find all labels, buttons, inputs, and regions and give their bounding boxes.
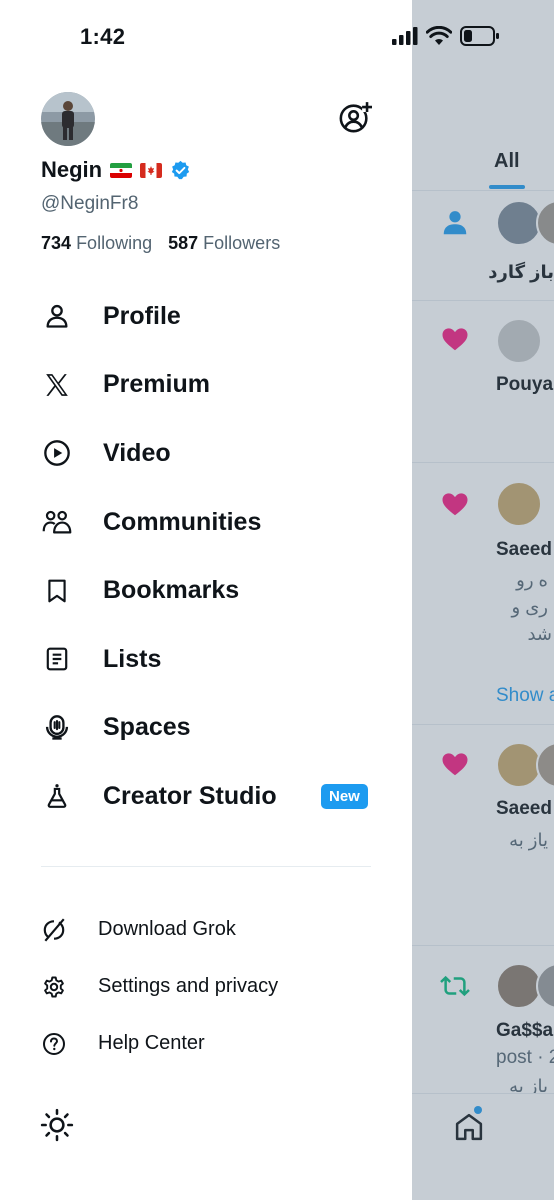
- menu-item-creator-studio[interactable]: Creator Studio New: [0, 762, 412, 831]
- menu-item-download-grok[interactable]: Download Grok: [0, 901, 412, 958]
- followers-count: 587: [168, 233, 199, 253]
- menu-item-label: Premium: [103, 370, 210, 399]
- menu-divider: [41, 866, 371, 867]
- menu-item-label: Bookmarks: [103, 576, 240, 605]
- wifi-icon: [426, 26, 452, 45]
- person-icon: [42, 301, 72, 331]
- following-count: 734: [41, 233, 72, 253]
- drawer-menu: Profile Premium Video Communities Bookma…: [0, 282, 412, 831]
- menu-item-communities[interactable]: Communities: [0, 488, 412, 557]
- following-label: Following: [76, 233, 153, 253]
- status-time: 1:42: [80, 24, 126, 49]
- bookmark-icon: [42, 576, 72, 606]
- menu-item-lists[interactable]: Lists: [0, 625, 412, 694]
- menu-item-label: Lists: [103, 644, 162, 673]
- iran-flag-icon: [110, 162, 133, 178]
- followers-label: Followers: [203, 233, 281, 253]
- battery-icon: [460, 26, 499, 46]
- help-icon: [41, 1031, 67, 1057]
- menu-item-label: Profile: [103, 301, 181, 330]
- following-link[interactable]: 734 Following: [41, 233, 152, 254]
- status-icons: [392, 26, 500, 46]
- menu-item-settings[interactable]: Settings and privacy: [0, 958, 412, 1015]
- menu-item-label: Download Grok: [98, 918, 236, 940]
- menu-item-premium[interactable]: Premium: [0, 351, 412, 420]
- menu-item-video[interactable]: Video: [0, 419, 412, 488]
- drawer-backdrop[interactable]: [412, 0, 554, 1200]
- menu-item-label: Creator Studio: [103, 781, 277, 810]
- menu-item-profile[interactable]: Profile: [0, 282, 412, 351]
- menu-item-label: Help Center: [98, 1032, 205, 1054]
- display-name: Negin: [41, 157, 103, 182]
- x-logo-icon: [42, 370, 72, 400]
- profile-avatar[interactable]: [41, 92, 95, 146]
- verified-badge-icon: [171, 160, 190, 179]
- cellular-signal-icon: [392, 27, 418, 45]
- status-bar: 1:42: [0, 0, 554, 70]
- microphone-icon: [42, 713, 72, 743]
- new-badge: New: [321, 783, 368, 809]
- gear-icon: [41, 974, 67, 1000]
- follow-stats: 734 Following 587 Followers: [41, 233, 280, 254]
- menu-item-bookmarks[interactable]: Bookmarks: [0, 556, 412, 625]
- drawer-secondary-menu: Download Grok Settings and privacy Help …: [0, 901, 412, 1072]
- side-drawer: Negin @NeginFr8 734 Following 587 Follow…: [0, 0, 412, 1200]
- list-icon: [42, 644, 72, 674]
- menu-item-label: Spaces: [103, 713, 191, 742]
- flask-icon: [42, 781, 72, 811]
- grok-icon: [41, 917, 67, 943]
- followers-link[interactable]: 587 Followers: [168, 233, 280, 254]
- canada-flag-icon: [140, 162, 163, 178]
- menu-item-label: Video: [103, 438, 171, 467]
- menu-item-help-center[interactable]: Help Center: [0, 1015, 412, 1072]
- profile-name-row[interactable]: Negin: [41, 157, 191, 183]
- communities-icon: [42, 507, 72, 537]
- menu-item-label: Settings and privacy: [98, 975, 279, 997]
- menu-item-spaces[interactable]: Spaces: [0, 694, 412, 763]
- add-account-icon[interactable]: [338, 100, 372, 134]
- menu-item-label: Communities: [103, 507, 262, 536]
- sun-icon[interactable]: [40, 1108, 74, 1142]
- profile-handle[interactable]: @NeginFr8: [41, 193, 138, 215]
- play-circle-icon: [42, 438, 72, 468]
